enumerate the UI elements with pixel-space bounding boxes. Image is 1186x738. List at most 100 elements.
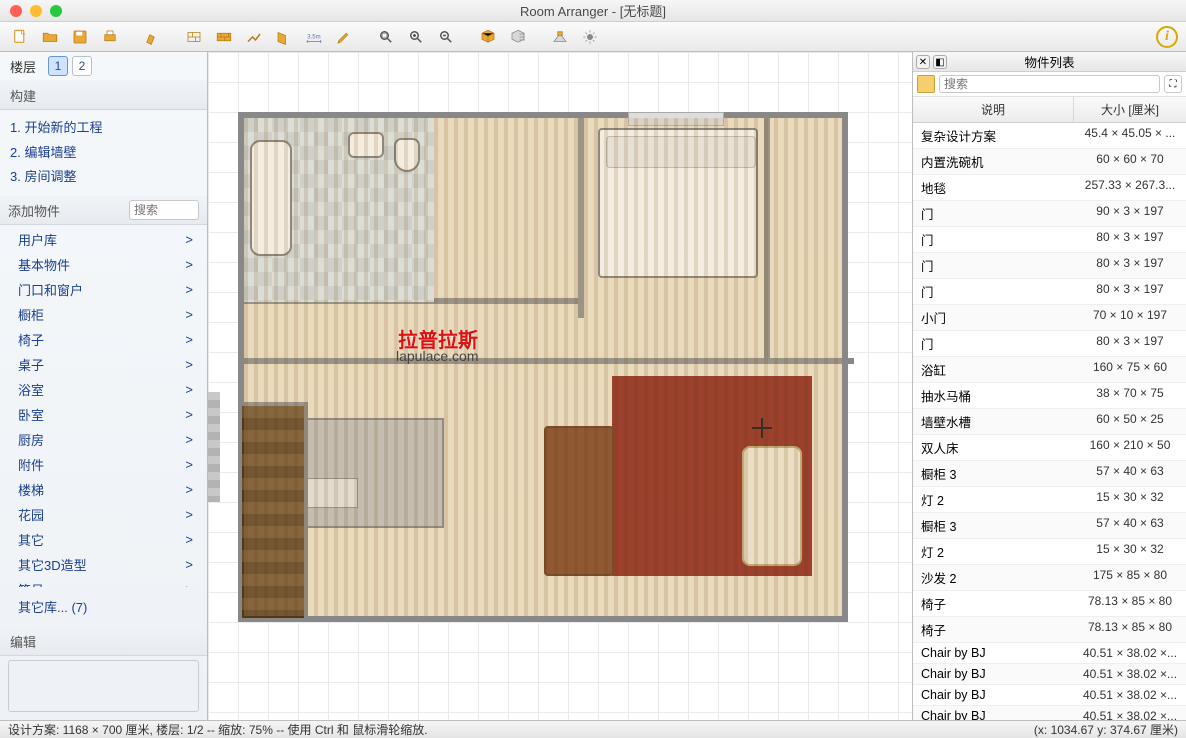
walkthrough-button[interactable] bbox=[546, 25, 574, 49]
category-item[interactable]: 橱柜> bbox=[0, 302, 207, 327]
category-item[interactable]: 用户库> bbox=[0, 227, 207, 252]
kitchen-sink-object[interactable] bbox=[304, 478, 358, 508]
category-label: 基本物件 bbox=[18, 255, 70, 274]
floor-button-1[interactable]: 1 bbox=[48, 56, 68, 76]
edit-section-header: 编辑 bbox=[0, 626, 207, 656]
column-header-size[interactable]: 大小 [厘米] bbox=[1074, 97, 1186, 122]
category-item[interactable]: 其它> bbox=[0, 527, 207, 552]
build-step-3[interactable]: 3. 房间调整 bbox=[10, 165, 197, 190]
object-row[interactable]: 椅子78.13 × 85 × 80 bbox=[913, 591, 1186, 617]
kitchen-counter-object[interactable] bbox=[284, 418, 444, 528]
bathtub-object[interactable] bbox=[250, 140, 292, 256]
object-row[interactable]: Chair by BJ40.51 × 38.02 ×... bbox=[913, 685, 1186, 706]
object-name-cell: 墙壁水槽 bbox=[913, 409, 1074, 434]
category-item[interactable]: 浴室> bbox=[0, 377, 207, 402]
object-row[interactable]: 内置洗碗机60 × 60 × 70 bbox=[913, 149, 1186, 175]
object-row[interactable]: 墙壁水槽60 × 50 × 25 bbox=[913, 409, 1186, 435]
category-item[interactable]: 符号> bbox=[0, 577, 207, 587]
watermark-url: lapulace.com bbox=[396, 348, 479, 364]
pencil-button[interactable] bbox=[330, 25, 358, 49]
left-search-input[interactable] bbox=[129, 200, 199, 220]
object-row[interactable]: 门80 × 3 × 197 bbox=[913, 331, 1186, 357]
category-item[interactable]: 门口和窗户> bbox=[0, 277, 207, 302]
object-row[interactable]: Chair by BJ40.51 × 38.02 ×... bbox=[913, 664, 1186, 685]
sink-object[interactable] bbox=[348, 132, 384, 158]
object-row[interactable]: 门90 × 3 × 197 bbox=[913, 201, 1186, 227]
door-tool-button[interactable] bbox=[270, 25, 298, 49]
object-search-input[interactable] bbox=[939, 75, 1160, 93]
save-file-button[interactable] bbox=[66, 25, 94, 49]
zoom-fit-button[interactable] bbox=[372, 25, 400, 49]
object-row[interactable]: 复杂设计方案45.4 × 45.05 × ... bbox=[913, 123, 1186, 149]
object-name-cell: 抽水马桶 bbox=[913, 383, 1074, 408]
zoom-out-button[interactable] bbox=[432, 25, 460, 49]
object-row[interactable]: 双人床160 × 210 × 50 bbox=[913, 435, 1186, 461]
object-row[interactable]: 浴缸160 × 75 × 60 bbox=[913, 357, 1186, 383]
bathroom-tile bbox=[244, 118, 434, 302]
sofa-object[interactable] bbox=[742, 446, 802, 566]
object-row[interactable]: 灯 215 × 30 × 32 bbox=[913, 487, 1186, 513]
open-file-button[interactable] bbox=[36, 25, 64, 49]
object-size-cell: 78.13 × 85 × 80 bbox=[1074, 617, 1186, 642]
toilet-object[interactable] bbox=[394, 138, 420, 172]
rug-object[interactable] bbox=[612, 376, 812, 576]
category-item[interactable]: 花园> bbox=[0, 502, 207, 527]
category-item[interactable]: 楼梯> bbox=[0, 477, 207, 502]
wall-tool-button[interactable] bbox=[180, 25, 208, 49]
object-list-title: 物件列表 bbox=[1024, 52, 1074, 71]
other-libraries-link[interactable]: 其它库... (7) bbox=[0, 587, 207, 626]
category-item[interactable]: 基本物件> bbox=[0, 252, 207, 277]
object-row[interactable]: 门80 × 3 × 197 bbox=[913, 253, 1186, 279]
panel-close-button[interactable]: ✕ bbox=[916, 55, 930, 69]
category-item[interactable]: 椅子> bbox=[0, 327, 207, 352]
category-item[interactable]: 附件> bbox=[0, 452, 207, 477]
category-label: 其它3D造型 bbox=[18, 555, 87, 574]
object-row[interactable]: 橱柜 357 × 40 × 63 bbox=[913, 461, 1186, 487]
lighting-button[interactable] bbox=[576, 25, 604, 49]
build-step-1[interactable]: 1. 开始新的工程 bbox=[10, 116, 197, 141]
filter-icon[interactable] bbox=[917, 75, 935, 93]
view-3d-button[interactable] bbox=[474, 25, 502, 49]
zoom-in-button[interactable] bbox=[402, 25, 430, 49]
object-row[interactable]: 椅子78.13 × 85 × 80 bbox=[913, 617, 1186, 643]
panel-pin-button[interactable]: ◧ bbox=[933, 55, 947, 69]
floor-plan[interactable] bbox=[238, 112, 848, 622]
category-item[interactable]: 其它3D造型> bbox=[0, 552, 207, 577]
object-row[interactable]: 沙发 2175 × 85 × 80 bbox=[913, 565, 1186, 591]
draw-wall-button[interactable] bbox=[240, 25, 268, 49]
bed-object[interactable] bbox=[598, 128, 758, 278]
build-step-2[interactable]: 2. 编辑墙壁 bbox=[10, 141, 197, 166]
object-name-cell: 门 bbox=[913, 201, 1074, 226]
object-row[interactable]: 橱柜 357 × 40 × 63 bbox=[913, 513, 1186, 539]
category-item[interactable]: 厨房> bbox=[0, 427, 207, 452]
floor-button-2[interactable]: 2 bbox=[72, 56, 92, 76]
dining-table-object[interactable] bbox=[544, 426, 614, 576]
info-button[interactable]: i bbox=[1156, 26, 1178, 48]
object-name-cell: 橱柜 3 bbox=[913, 513, 1074, 538]
dimension-button[interactable]: 3.5m bbox=[300, 25, 328, 49]
category-item[interactable]: 卧室> bbox=[0, 402, 207, 427]
category-label: 卧室 bbox=[18, 405, 44, 424]
object-row[interactable]: 门80 × 3 × 197 bbox=[913, 227, 1186, 253]
object-row[interactable]: Chair by BJ40.51 × 38.02 ×... bbox=[913, 643, 1186, 664]
object-row[interactable]: 地毯257.33 × 267.3... bbox=[913, 175, 1186, 201]
chevron-right-icon: > bbox=[185, 432, 193, 447]
chevron-right-icon: > bbox=[185, 532, 193, 547]
chevron-right-icon: > bbox=[185, 357, 193, 372]
print-button[interactable] bbox=[96, 25, 124, 49]
object-row[interactable]: 门80 × 3 × 197 bbox=[913, 279, 1186, 305]
brush-button[interactable] bbox=[138, 25, 166, 49]
object-row[interactable]: 抽水马桶38 × 70 × 75 bbox=[913, 383, 1186, 409]
object-row[interactable]: 小门70 × 10 × 197 bbox=[913, 305, 1186, 331]
object-row[interactable]: 灯 215 × 30 × 32 bbox=[913, 539, 1186, 565]
expand-panel-button[interactable]: ⛶ bbox=[1164, 75, 1182, 93]
new-file-button[interactable] bbox=[6, 25, 34, 49]
object-list-button[interactable] bbox=[504, 25, 532, 49]
stairs-object[interactable] bbox=[238, 402, 308, 622]
object-row[interactable]: Chair by BJ40.51 × 38.02 ×... bbox=[913, 706, 1186, 720]
category-item[interactable]: 桌子> bbox=[0, 352, 207, 377]
floorplan-canvas[interactable]: 拉普拉斯 lapulace.com bbox=[208, 52, 912, 720]
object-name-cell: 门 bbox=[913, 279, 1074, 304]
brick-wall-button[interactable] bbox=[210, 25, 238, 49]
column-header-name[interactable]: 说明 bbox=[913, 97, 1074, 122]
